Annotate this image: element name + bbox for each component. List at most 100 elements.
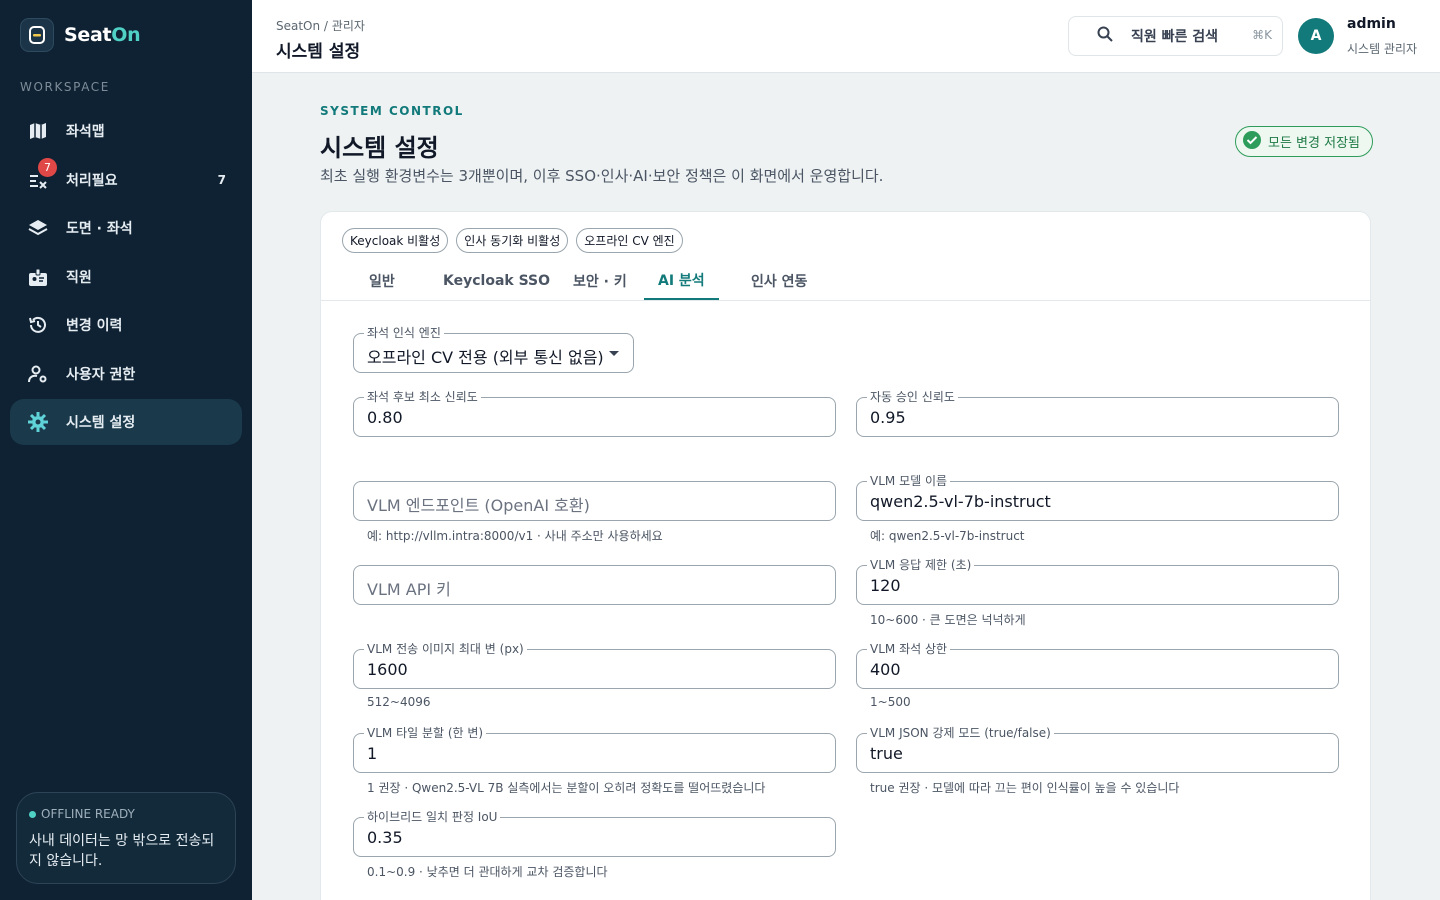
hybrid-iou-helper: 0.1~0.9 · 낮추면 더 관대하게 교차 검증합니다 [367,865,608,879]
vlm-max-edge-field[interactable]: VLM 전송 이미지 최대 변 (px) 1600 [353,641,836,689]
search-icon [1097,26,1113,46]
min-confidence-label: 좌석 후보 최소 신뢰도 [364,389,481,405]
check-circle-icon [1242,130,1262,154]
page-eyebrow: SYSTEM CONTROL [320,104,464,118]
vlm-max-edge-helper: 512~4096 [367,695,431,709]
search-label: 직원 빠른 검색 [1131,29,1219,45]
sidebar-item-label: 처리필요 [66,172,118,189]
sidebar-item-floorplan[interactable]: 도면 · 좌석 [10,205,242,251]
save-status-text: 모든 변경 저장됨 [1268,136,1360,151]
offline-title: OFFLINE READY [41,807,135,821]
quick-search-button[interactable]: 직원 빠른 검색 ⌘K [1068,16,1283,56]
brand-name: SeatOn [64,24,141,46]
auto-approve-field[interactable]: 자동 승인 신뢰도 0.95 [856,389,1339,437]
needs-action-count: 7 [217,172,226,187]
vlm-model-helper: 예: qwen2.5-vl-7b-instruct [870,529,1025,543]
vlm-timeout-helper: 10~600 · 큰 도면은 넉넉하게 [870,613,1026,627]
vlm-max-edge-value: 1600 [367,660,408,679]
status-chip-cv-engine: 오프라인 CV 엔진 [576,228,683,253]
vlm-max-edge-label: VLM 전송 이미지 최대 변 (px) [364,641,527,657]
sidebar: SeatOn WORKSPACE 좌석맵 7 처리필요 7 도면 · 좌석 직원… [0,0,252,900]
tab-general[interactable]: 일반 [355,261,409,300]
sidebar-item-seatmap[interactable]: 좌석맵 [10,108,242,154]
vlm-seat-limit-field[interactable]: VLM 좌석 상한 400 [856,641,1339,689]
search-shortcut: ⌘K [1252,28,1272,42]
review-icon: 7 [26,157,57,192]
avatar[interactable]: A [1298,18,1334,54]
auto-approve-label: 자동 승인 신뢰도 [867,389,958,405]
sidebar-item-system-settings[interactable]: 시스템 설정 [10,399,242,445]
vlm-tiles-helper: 1 권장 · Qwen2.5-VL 7B 실측에서는 분할이 오히려 정확도를 … [367,781,766,795]
user-name: admin [1347,16,1396,32]
chevron-down-icon [609,351,619,356]
needs-action-badge: 7 [38,157,57,177]
settings-tabs: 일반 Keycloak SSO 보안 · 키 AI 분석 인사 연동 [321,261,1370,301]
page-title: 시스템 설정 [320,134,439,162]
status-chips: Keycloak 비활성 인사 동기화 비활성 오프라인 CV 엔진 [342,228,683,253]
engine-value: 오프라인 CV 전용 (외부 통신 없음) [367,348,604,367]
tab-hr-integration[interactable]: 인사 연동 [737,261,821,300]
hybrid-iou-value: 0.35 [367,828,403,847]
vlm-tiles-value: 1 [367,744,378,763]
offline-status-card: OFFLINE READY 사내 데이터는 망 밖으로 전송되지 않습니다. [16,792,236,884]
vlm-model-field[interactable]: VLM 모델 이름 qwen2.5-vl-7b-instruct [856,473,1339,521]
brand[interactable]: SeatOn [20,18,141,52]
seat-logo-icon [20,18,54,52]
hybrid-iou-field[interactable]: 하이브리드 일치 판정 IoU 0.35 [353,809,836,857]
vlm-tiles-field[interactable]: VLM 타일 분할 (한 변) 1 [353,725,836,773]
vlm-tiles-label: VLM 타일 분할 (한 변) [364,725,487,741]
status-chip-keycloak: Keycloak 비활성 [342,228,449,253]
vlm-endpoint-helper: 예: http://vllm.intra:8000/v1 · 사내 주소만 사용… [367,529,663,543]
offline-text: 사내 데이터는 망 밖으로 전송되지 않습니다. [29,833,215,869]
gear-icon [26,410,50,434]
workspace-label: WORKSPACE [20,80,110,94]
vlm-seat-limit-label: VLM 좌석 상한 [867,641,951,657]
page-description: 최초 실행 환경변수는 3개뿐이며, 이후 SSO·인사·AI·보안 정책은 이… [320,167,884,185]
user-role: 시스템 관리자 [1347,42,1418,56]
sidebar-item-needs-action[interactable]: 7 처리필요 7 [10,157,242,203]
vlm-model-value: qwen2.5-vl-7b-instruct [870,492,1051,511]
vlm-endpoint-field[interactable]: VLM 엔드포인트 (OpenAI 호환) [353,481,836,521]
sidebar-item-employees[interactable]: 직원 [10,254,242,300]
sidebar-item-label: 변경 이력 [66,318,123,334]
engine-label: 좌석 인식 엔진 [364,325,444,341]
sidebar-item-label: 직원 [66,269,92,286]
sidebar-item-history[interactable]: 변경 이력 [10,302,242,348]
sidebar-item-label: 좌석맵 [66,124,105,140]
vlm-json-mode-label: VLM JSON 강제 모드 (true/false) [867,725,1054,741]
map-icon [26,119,50,143]
tab-ai-analysis[interactable]: AI 분석 [644,261,719,300]
min-confidence-value: 0.80 [367,408,403,427]
status-chip-hr-sync: 인사 동기화 비활성 [456,228,569,253]
vlm-seat-limit-value: 400 [870,660,901,679]
min-confidence-field[interactable]: 좌석 후보 최소 신뢰도 0.80 [353,389,836,437]
tab-keycloak-sso[interactable]: Keycloak SSO [429,261,564,300]
top-bar: SeatOn / 관리자 시스템 설정 직원 빠른 검색 ⌘K A admin … [252,0,1440,73]
vlm-timeout-field[interactable]: VLM 응답 제한 (초) 120 [856,557,1339,605]
sidebar-nav: 좌석맵 7 처리필요 7 도면 · 좌석 직원 변경 이력 사용자 권한 시스템… [10,108,242,448]
vlm-seat-limit-helper: 1~500 [870,695,911,709]
auto-approve-value: 0.95 [870,408,906,427]
vlm-json-mode-helper: true 권장 · 모델에 따라 끄는 편이 인식률이 높을 수 있습니다 [870,781,1180,795]
header-title: 시스템 설정 [276,42,361,62]
user-gear-icon [26,362,50,386]
vlm-endpoint-placeholder: VLM 엔드포인트 (OpenAI 호환) [367,496,590,515]
hybrid-iou-label: 하이브리드 일치 판정 IoU [364,809,501,825]
vlm-timeout-label: VLM 응답 제한 (초) [867,557,975,573]
vlm-json-mode-value: true [870,744,903,763]
vlm-api-key-placeholder: VLM API 키 [367,580,451,599]
sidebar-item-label: 사용자 권한 [66,366,136,383]
save-status-badge: 모든 변경 저장됨 [1235,126,1373,157]
vlm-api-key-field[interactable]: VLM API 키 [353,565,836,605]
badge-icon [26,265,50,289]
sidebar-item-label: 시스템 설정 [66,415,136,431]
sidebar-item-permissions[interactable]: 사용자 권한 [10,351,242,397]
vlm-model-label: VLM 모델 이름 [867,473,951,489]
engine-select[interactable]: 좌석 인식 엔진 오프라인 CV 전용 (외부 통신 없음) [353,325,634,373]
sidebar-item-label: 도면 · 좌석 [66,221,133,237]
layers-icon [26,216,50,240]
vlm-json-mode-field[interactable]: VLM JSON 강제 모드 (true/false) true [856,725,1339,773]
breadcrumb: SeatOn / 관리자 [276,19,365,33]
tab-security-keys[interactable]: 보안 · 키 [559,261,641,300]
history-icon [26,313,50,337]
